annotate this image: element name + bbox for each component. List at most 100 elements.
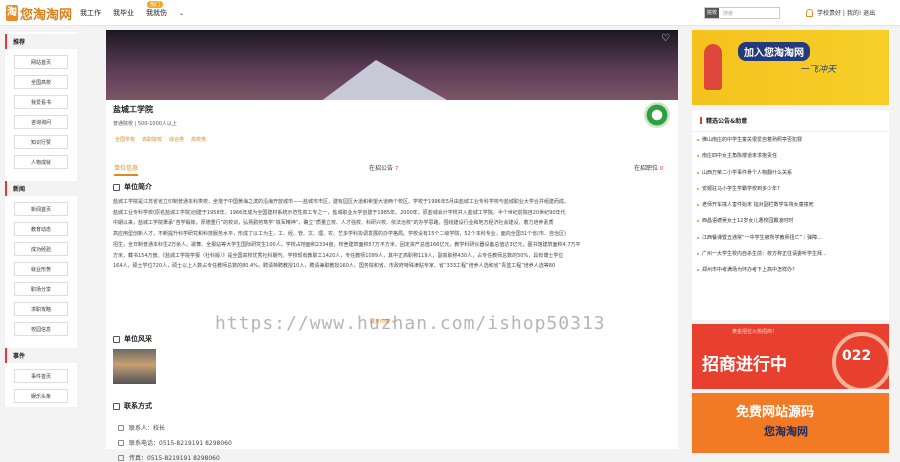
intro-line: 方米，藏书154万册。《盐城工学院学报（社科版）》是全国高校优秀社科期刊。学校现… <box>113 252 564 259</box>
intro-line: 招生，全日制普通本科生2万余人。歌舞、全报站等大学生国际研究生100人。学校占地… <box>113 241 581 248</box>
header-accent <box>700 117 702 124</box>
banner-mountain <box>316 60 456 100</box>
notice-item[interactable]: 山西万荣二小学事件骨个人物翻什么关系 <box>692 165 889 181</box>
contact-text: 联系电话：0515-8219191 8298060 <box>129 440 232 447</box>
sidebar-item[interactable]: 咨询询问 <box>14 115 68 129</box>
ad-banner-join[interactable]: 加入您淘淘网 一飞冲天 <box>692 30 889 105</box>
tag[interactable]: 综合类 <box>169 136 184 143</box>
user-links[interactable]: 学校贵好 | 我的! 退出 <box>817 8 875 17</box>
rocket-icon <box>704 44 722 90</box>
sidebar-group-events: 事件 事件首页 娱乐头条 <box>5 348 77 407</box>
ad-number: 022 <box>842 348 872 364</box>
intro-line: 高应用型创新人才，不断提升科学研究和科技服务水平，形成了以工为主，工、经、管、文… <box>113 231 566 238</box>
unit-photo[interactable] <box>113 349 156 384</box>
sidebar-item[interactable]: 事件首页 <box>14 369 68 383</box>
notice-item[interactable]: 江西餐课暨五通常“一中学生被所学教师扭亡”｜弹障... <box>692 230 889 246</box>
left-sidebar: 推荐 网站首页 全国高校 我爱看书 咨询询问 知识行赞 人物成就 新闻 新闻首页… <box>5 32 77 407</box>
school-info: 普通院校 | 500-1000人以上 <box>113 121 177 127</box>
logo-text: 您淘淘网 <box>20 7 73 23</box>
notice-item[interactable]: 南庄四中女主角陈楼道未求抱责任 <box>692 148 889 164</box>
nav-work[interactable]: 我工作 <box>80 8 101 18</box>
person-icon <box>118 424 124 431</box>
intro-title: 单位简介 <box>113 182 152 192</box>
contact-fax: 传真：0515-8219191 8298060 <box>118 453 220 462</box>
ad-subtitle: 一飞冲天 <box>800 65 837 75</box>
sidebar-item[interactable]: 新闻首页 <box>14 202 68 216</box>
top-bar: 淘 您淘淘网 我工作 我毕业 我就伤 ⌄ 热门 院校 搜索 学校贵好 | 我的!… <box>0 0 900 26</box>
tab-label: 在招公告 <box>369 165 394 172</box>
sidebar-item[interactable]: 教育动态 <box>14 222 68 236</box>
tab-positions[interactable]: 在招职位 0 <box>634 163 663 172</box>
sidebar-item[interactable]: 知识行赞 <box>14 135 68 149</box>
sidebar-item[interactable]: 我爱看书 <box>14 95 68 109</box>
user-area[interactable]: 学校贵好 | 我的! 退出 <box>806 8 875 17</box>
nav-graduate[interactable]: 我毕业 <box>113 8 134 18</box>
tag[interactable]: 全国学校 <box>115 136 135 143</box>
sidebar-group-news: 新闻 新闻首页 教育动态 成功经验 就业形势 职场分享 求职攻略 校园信息 <box>5 181 77 340</box>
intro-line: 中期以来，盐城工学院秉承“苦学锻炼，厚德重行”的校训，弘扬勤劳笃学“铁军精神”，… <box>113 220 554 227</box>
school-banner: ♡ <box>106 30 678 100</box>
ad-logo: 您淘淘网 <box>764 425 808 438</box>
sidebar-item[interactable]: 全国高校 <box>14 75 68 89</box>
contact-text: 联系人：校长 <box>129 425 166 432</box>
hot-badge: 热门 <box>147 1 164 8</box>
notice-item[interactable]: 老师开车撞人害件始末 指对副栏数学车将女童撞死 <box>692 197 889 213</box>
sidebar-group-recommend: 推荐 网站首页 全国高校 我爱看书 咨询询问 知识行赞 人物成就 <box>5 34 77 173</box>
chevron-down-icon[interactable]: ⌄ <box>179 10 184 17</box>
notice-title: 精选公告&助意 <box>706 118 748 125</box>
watermark-text: https://www.huzhan.com/ishop50313 <box>215 313 606 334</box>
ad-banner-invest[interactable]: 黄金招位火热招商！ 招商进行中 022 <box>692 324 889 389</box>
phone-icon <box>118 439 124 446</box>
search-input[interactable]: 搜索 <box>719 10 779 17</box>
tab-announcements[interactable]: 在招公告 7 <box>369 163 398 172</box>
sidebar-item[interactable]: 求职攻略 <box>14 302 68 316</box>
school-name: 盐城工学院 <box>113 105 153 114</box>
ad-banner-source[interactable]: 免费网站源码 您淘淘网 <box>692 393 889 453</box>
ad-top-text: 黄金招位火热招商！ <box>732 329 778 335</box>
notice-item[interactable]: 郑州市中考满场为环办考下上高中怎样办? <box>692 262 889 278</box>
intro-title-text: 单位简介 <box>124 183 152 191</box>
contact-icon <box>113 402 120 410</box>
sidebar-group-title: 新闻 <box>5 181 77 196</box>
sidebar-item[interactable]: 就业形势 <box>14 262 68 276</box>
nav-jobs[interactable]: 我就伤 <box>146 8 167 18</box>
intro-line: 164人，硕士学位720人，硕士以上人数占专任教师总数的80.4%。聘请特聘教授… <box>113 263 556 270</box>
heart-icon[interactable]: ♡ <box>661 33 670 44</box>
ad-big-text: 招商进行中 <box>702 355 787 375</box>
sidebar-item[interactable]: 职场分享 <box>14 282 68 296</box>
contact-phone: 联系电话：0515-8219191 8298060 <box>118 438 232 447</box>
ad-text: 免费网站源码 <box>736 405 815 420</box>
tab-count: 0 <box>659 166 664 172</box>
tab-bar: 单位信息 在招公告 7 在招职位 0 <box>106 163 678 176</box>
tab-count: 7 <box>394 166 399 172</box>
notice-item[interactable]: 安顺驻马小学生学霸学校到多少年? <box>692 181 889 197</box>
notice-item[interactable]: 广州一大学生校内自杀生前：校方称正往请委听学生拜... <box>692 246 889 262</box>
school-logo <box>644 102 670 128</box>
sidebar-item[interactable]: 网站首页 <box>14 55 68 69</box>
tag[interactable]: 高校类 <box>191 136 206 143</box>
intro-text: 盐城工学院是江苏省省立印制普通本科类校，坐落于中国黄海之滨的沿海开放城市——盐城… <box>113 197 673 272</box>
intro-line: 盐城工业专科学校(原名盐城工学院)创建于1958年，1966年成为全国建材系统示… <box>113 209 566 216</box>
notice-item[interactable]: 西昌语德吴女士12岁女儿遭校园霸凌时时 <box>692 213 889 229</box>
tab-unit-info[interactable]: 单位信息 <box>114 163 139 176</box>
tag[interactable]: 高职院校 <box>142 136 162 143</box>
sidebar-item[interactable]: 娱乐头条 <box>14 389 68 403</box>
contact-title: 联系方式 <box>113 401 152 411</box>
contact-person: 联系人：校长 <box>118 423 165 432</box>
notice-header: 精选公告&助意 <box>692 110 889 132</box>
notice-panel: 精选公告&助意 佛山南庄的中学生童关很爱自着熟照亭否犯罪 南庄四中女主角陈楼道未… <box>692 110 889 320</box>
notice-item[interactable]: 佛山南庄的中学生童关很爱自着熟照亭否犯罪 <box>692 132 889 148</box>
ad-title: 加入您淘淘网 <box>738 42 810 61</box>
user-icon <box>806 8 813 17</box>
document-icon <box>113 183 120 191</box>
school-tags: 全国学校 高职院校 综合类 高校类 <box>115 136 213 143</box>
sidebar-item[interactable]: 校园信息 <box>14 322 68 336</box>
search-category-select[interactable]: 院校 <box>705 8 720 18</box>
search-box[interactable]: 院校 搜索 <box>704 7 780 19</box>
contact-text: 传真：0515-8219191 8298060 <box>129 455 220 462</box>
logo-mark: 淘 <box>6 5 18 21</box>
sidebar-item[interactable]: 人物成就 <box>14 155 68 169</box>
site-logo[interactable]: 淘 您淘淘网 <box>6 4 73 23</box>
sidebar-item[interactable]: 成功经验 <box>14 242 68 256</box>
photos-title: 单位风采 <box>113 334 152 344</box>
